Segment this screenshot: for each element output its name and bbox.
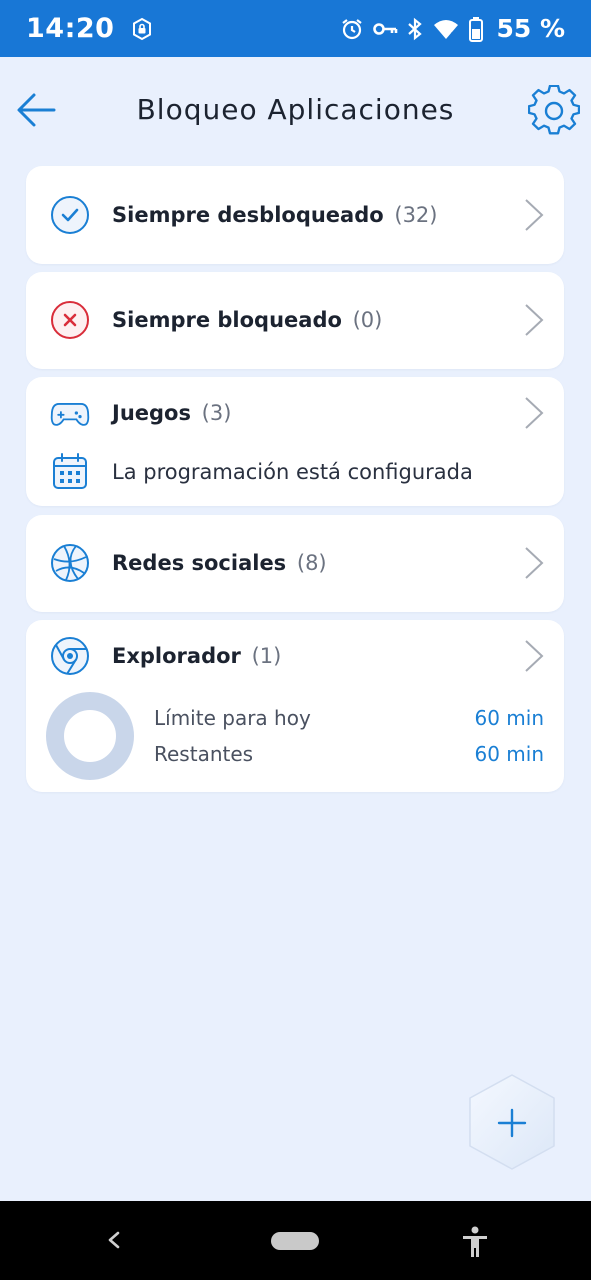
system-nav-bar [0,1201,591,1280]
nav-home-pill[interactable] [271,1232,319,1250]
row-always-locked[interactable]: Siempre bloqueado (0) [26,290,564,350]
card-social[interactable]: Redes sociales (8) [26,515,564,612]
category-count: (32) [394,203,438,227]
chevron-right-icon [525,304,544,336]
card-always-locked[interactable]: Siempre bloqueado (0) [26,272,564,369]
battery-icon [469,16,484,42]
wifi-icon: 4 [434,19,459,40]
category-label: Siempre desbloqueado [112,203,384,227]
remaining-value: 60 min [474,742,544,766]
row-games[interactable]: Juegos (3) [26,383,564,443]
status-time: 14:20 [26,13,115,44]
row-title: Juegos (3) [112,401,231,425]
row-title: Siempre desbloqueado (32) [112,203,437,227]
vpn-key-icon [373,22,398,35]
lock-app-icon [133,17,152,40]
bluetooth-icon [408,17,423,40]
check-circle-icon [50,195,90,235]
browser-icon [50,636,90,676]
row-always-unlocked[interactable]: Siempre desbloqueado (32) [26,185,564,245]
x-circle-icon [50,300,90,340]
row-title: Explorador (1) [112,644,281,668]
category-count: (1) [251,644,282,668]
row-explorer[interactable]: Explorador (1) [26,626,564,686]
accessibility-icon[interactable] [460,1225,490,1259]
row-social[interactable]: Redes sociales (8) [26,533,564,593]
svg-text:4: 4 [449,31,454,40]
category-count: (3) [201,401,232,425]
card-explorer[interactable]: Explorador (1) Límite para hoy 60 min Re… [26,620,564,792]
schedule-text: La programación está configurada [112,460,473,484]
status-bar: 14:20 4 55 % [0,0,591,57]
schedule-row: La programación está configurada [26,442,564,502]
row-title: Siempre bloqueado (0) [112,308,382,332]
category-count: (8) [296,551,327,575]
limit-label: Límite para hoy [154,706,311,730]
row-title: Redes sociales (8) [112,551,327,575]
page-title: Bloqueo Aplicaciones [136,93,455,126]
card-games[interactable]: Juegos (3) La programación está configur… [26,377,564,506]
calendar-icon [50,452,90,492]
gamepad-icon [50,393,90,433]
app-header: Bloqueo Aplicaciones [0,57,591,165]
limit-line: Límite para hoy 60 min [154,700,544,736]
globe-network-icon [50,543,90,583]
limit-value: 60 min [474,706,544,730]
category-label: Juegos [112,401,191,425]
remaining-label: Restantes [154,742,254,766]
card-always-unlocked[interactable]: Siempre desbloqueado (32) [26,166,564,264]
chevron-right-icon [525,397,544,429]
alarm-icon [342,18,363,39]
chevron-right-icon [525,547,544,579]
nav-back-icon[interactable] [100,1225,128,1255]
category-label: Explorador [112,644,241,668]
chevron-right-icon [525,640,544,672]
chevron-right-icon [525,199,544,231]
gear-icon[interactable] [528,85,580,137]
category-label: Siempre bloqueado [112,308,342,332]
usage-donut-chart [46,692,134,780]
battery-percentage: 55 % [496,14,565,43]
status-icons: 4 55 % [340,14,565,43]
add-button[interactable] [466,1072,558,1172]
remaining-line: Restantes 60 min [154,736,544,772]
category-label: Redes sociales [112,551,287,575]
category-count: (0) [352,308,383,332]
explorer-stats: Límite para hoy 60 min Restantes 60 min [154,700,544,772]
